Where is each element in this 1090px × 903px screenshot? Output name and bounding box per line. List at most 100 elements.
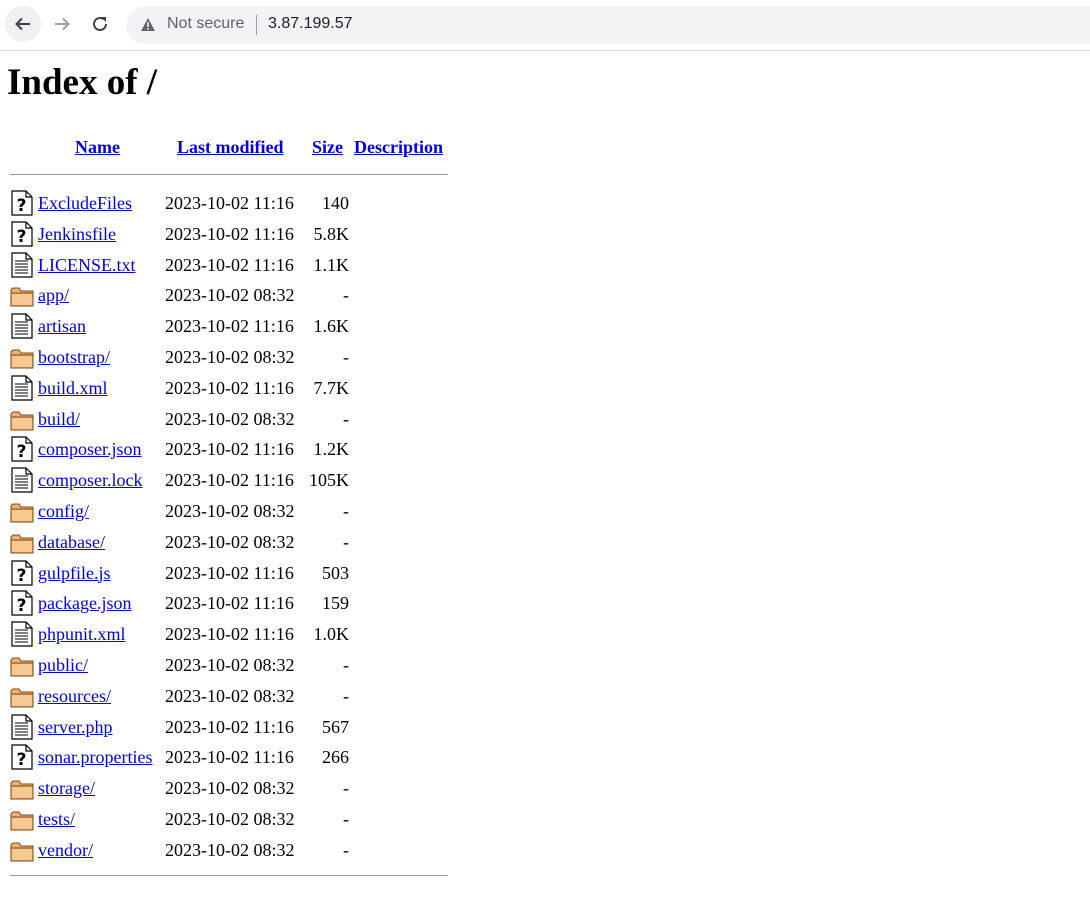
file-listing: ? ExcludeFiles 2023-10-02 11:16 140? Jenkins… <box>0 188 500 866</box>
svg-text:?: ? <box>17 566 27 586</box>
sort-by-description-link[interactable]: Description <box>354 137 443 157</box>
file-link[interactable]: server.php <box>38 712 112 742</box>
folder-icon[interactable] <box>10 529 34 555</box>
file-link[interactable]: Jenkinsfile <box>38 219 116 249</box>
svg-text:?: ? <box>17 227 27 247</box>
size-value: - <box>343 808 349 829</box>
file-link[interactable]: vendor/ <box>38 835 93 865</box>
text-file-icon[interactable] <box>10 251 34 278</box>
text-file-icon[interactable] <box>10 621 34 647</box>
file-link[interactable]: phpunit.xml <box>38 619 126 649</box>
file-row: app/2023-10-02 08:32 - <box>0 280 500 311</box>
file-link[interactable]: tests/ <box>38 804 75 834</box>
file-link[interactable]: composer.lock <box>38 465 142 495</box>
column-header-description: Description <box>354 136 443 158</box>
sort-by-name-link[interactable]: Name <box>75 137 120 157</box>
url-text[interactable]: 3.87.199.57 <box>268 15 353 33</box>
file-link[interactable]: ExcludeFiles <box>38 188 132 218</box>
last-modified-value: 2023-10-02 11:16 <box>165 377 294 398</box>
file-row: build.xml 2023-10-02 11:16 7.7K <box>0 373 500 404</box>
last-modified-value: 2023-10-02 11:16 <box>165 193 294 213</box>
file-row: composer.lock 2023-10-02 11:16 105K <box>0 465 500 496</box>
folder-icon[interactable] <box>10 282 34 308</box>
warning-icon[interactable] <box>140 17 156 32</box>
sort-by-size-link[interactable]: Size <box>312 137 343 157</box>
file-row: ? Jenkinsfile 2023-10-02 11:16 5.8K <box>0 219 500 250</box>
last-modified-value: 2023-10-02 08:32 <box>165 685 295 706</box>
size-value: - <box>343 346 349 367</box>
folder-icon[interactable] <box>10 498 34 524</box>
file-link[interactable]: sonar.properties <box>38 742 152 772</box>
file-link[interactable]: public/ <box>38 650 88 680</box>
reload-button[interactable] <box>82 6 118 42</box>
last-modified-value: 2023-10-02 11:16 <box>165 716 294 737</box>
text-file-icon[interactable] <box>10 467 34 493</box>
file-row: vendor/2023-10-02 08:32 - <box>0 835 500 866</box>
file-link[interactable]: LICENSE.txt <box>38 250 136 280</box>
file-row: resources/2023-10-02 08:32 - <box>0 681 500 712</box>
file-link[interactable]: storage/ <box>38 773 95 803</box>
unknown-file-icon[interactable]: ? <box>10 221 34 247</box>
omnibox-separator <box>256 15 257 35</box>
unknown-file-icon[interactable]: ? <box>10 590 34 616</box>
file-link[interactable]: config/ <box>38 496 89 526</box>
folder-icon[interactable] <box>10 837 34 863</box>
file-link[interactable]: build/ <box>38 404 80 434</box>
size-value: 105K <box>309 470 349 491</box>
last-modified-value: 2023-10-02 08:32 <box>165 531 295 552</box>
size-value: 567 <box>322 716 349 737</box>
folder-icon[interactable] <box>10 683 34 709</box>
file-row: ? gulpfile.js 2023-10-02 11:16 503 <box>0 558 500 589</box>
footer-divider <box>10 875 448 876</box>
browser-toolbar: Not secure 3.87.199.57 <box>0 0 1090 51</box>
last-modified-value: 2023-10-02 11:16 <box>165 593 294 614</box>
file-row: LICENSE.txt 2023-10-02 11:16 1.1K <box>0 250 500 281</box>
text-file-icon[interactable] <box>10 713 34 740</box>
size-value: 7.7K <box>313 377 350 398</box>
address-bar[interactable]: Not secure 3.87.199.57 <box>126 6 1090 44</box>
text-file-icon[interactable] <box>10 313 34 339</box>
file-row: ? sonar.properties 2023-10-02 11:16 266 <box>0 742 500 773</box>
file-row: storage/2023-10-02 08:32 - <box>0 773 500 804</box>
folder-icon[interactable] <box>10 652 34 678</box>
column-header-last-modified: Last modified <box>177 136 284 158</box>
size-value: - <box>343 408 349 429</box>
text-file-icon[interactable] <box>10 375 34 401</box>
security-label[interactable]: Not secure <box>167 15 244 33</box>
folder-icon[interactable] <box>10 806 34 832</box>
svg-text:?: ? <box>17 442 27 462</box>
folder-icon[interactable] <box>10 344 34 370</box>
sort-by-modified-link[interactable]: Last modified <box>177 137 284 157</box>
last-modified-value: 2023-10-02 11:16 <box>165 254 294 275</box>
unknown-file-icon[interactable]: ? <box>10 744 34 770</box>
file-link[interactable]: gulpfile.js <box>38 558 111 588</box>
file-link[interactable]: resources/ <box>38 681 111 711</box>
file-link[interactable]: artisan <box>38 311 86 341</box>
back-button[interactable] <box>5 6 41 42</box>
folder-icon[interactable] <box>10 406 34 432</box>
svg-text:?: ? <box>17 596 27 616</box>
size-value: - <box>343 778 349 799</box>
file-link[interactable]: app/ <box>38 280 69 310</box>
svg-text:?: ? <box>17 750 27 770</box>
forward-button[interactable] <box>44 6 80 42</box>
file-link[interactable]: build.xml <box>38 373 108 403</box>
unknown-file-icon[interactable]: ? <box>10 190 34 216</box>
file-link[interactable]: package.json <box>38 588 131 618</box>
size-value: 140 <box>322 193 349 213</box>
arrow-right-icon <box>55 17 70 31</box>
last-modified-value: 2023-10-02 08:32 <box>165 285 295 306</box>
file-link[interactable]: bootstrap/ <box>38 342 110 372</box>
file-row: ? package.json 2023-10-02 11:16 159 <box>0 588 500 619</box>
file-row: database/2023-10-02 08:32 - <box>0 527 500 558</box>
file-link[interactable]: composer.json <box>38 434 142 464</box>
unknown-file-icon[interactable]: ? <box>10 559 34 586</box>
unknown-file-icon[interactable]: ? <box>10 436 34 462</box>
folder-icon[interactable] <box>10 775 34 801</box>
size-value: 5.8K <box>313 223 350 244</box>
file-row: build/2023-10-02 08:32 - <box>0 404 500 435</box>
file-link[interactable]: database/ <box>38 527 105 557</box>
size-value: 159 <box>322 593 349 614</box>
size-value: - <box>343 285 349 306</box>
last-modified-value: 2023-10-02 08:32 <box>165 839 295 860</box>
